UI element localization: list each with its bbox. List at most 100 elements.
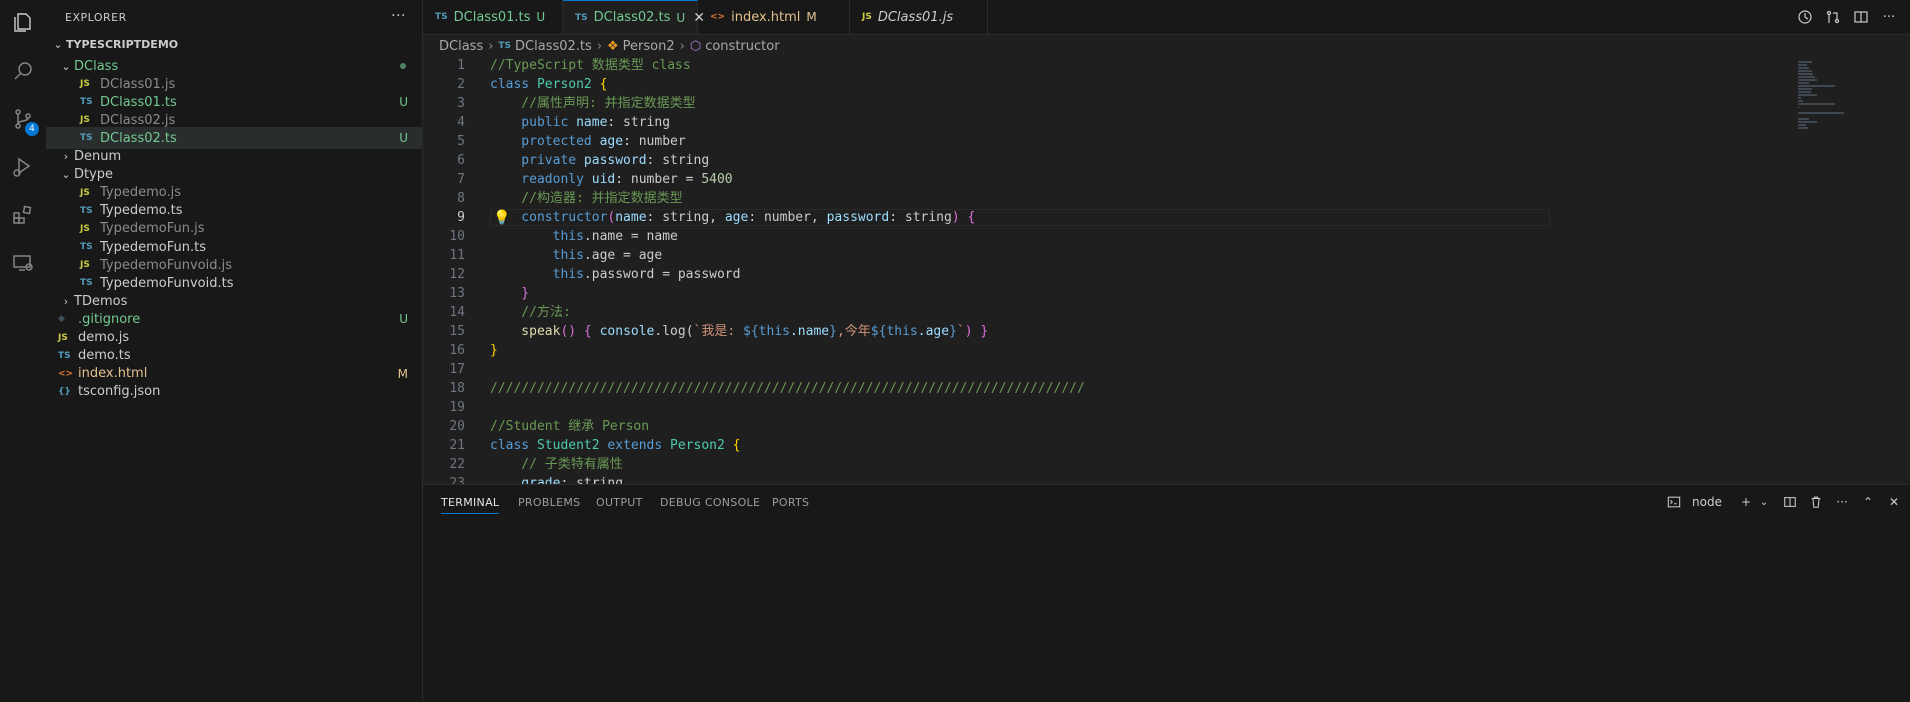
code-line: //构造器: 并指定数据类型 [490, 191, 683, 206]
tree-item-label: DClass01.ts [100, 94, 177, 110]
tree-item-label: .gitignore [78, 311, 141, 327]
minimap-line [1798, 67, 1810, 69]
chevron-right-icon: › [679, 38, 685, 54]
ts-file-icon: TS [80, 133, 93, 144]
ts-file-icon: TS [80, 205, 93, 216]
method-symbol-icon: ⬡ [689, 38, 702, 54]
minimap-line [1798, 106, 1799, 108]
search-icon[interactable] [0, 48, 46, 94]
code-line: } [490, 286, 530, 301]
code-editor[interactable]: 💡 1 2 3 4 5 6 7 8 9 10 11 12 13 14 15 16 17 18 19 20 21 22 23 … [423, 57, 1910, 484]
code-line: grade: string [490, 476, 624, 484]
code-line: //TypeScript 数据类型 class [490, 58, 691, 73]
line-number: 16 [449, 343, 465, 358]
run-debug-icon[interactable] [0, 144, 46, 190]
code-line: this.age = age [490, 248, 663, 263]
git-status-badge: U [676, 10, 686, 25]
tab-dclass02-ts[interactable]: TS DClass02.ts U ✕ [563, 0, 705, 34]
tab-dclass01-js[interactable]: JS DClass01.js [850, 0, 988, 34]
breadcrumb-class[interactable]: Person2 [623, 39, 675, 54]
new-terminal-icon[interactable]: + [1738, 494, 1754, 510]
more-actions-icon[interactable]: ··· [1880, 8, 1898, 26]
timeline-icon[interactable] [1796, 8, 1814, 26]
code-line: private password: string [490, 153, 710, 168]
git-status-badge: M [397, 366, 408, 381]
tree-item-label: demo.js [78, 330, 130, 345]
panel-tab-terminal[interactable]: TERMINAL [441, 496, 500, 514]
tab-label: index.html [731, 9, 801, 25]
panel-tab-problems[interactable]: PROBLEMS [518, 496, 580, 509]
more-actions-icon[interactable]: ··· [391, 8, 406, 24]
line-number: 13 [449, 286, 465, 301]
code-line: protected age: number [490, 134, 686, 149]
code-line: class Person2 { [490, 77, 608, 92]
ts-file-icon: TS [435, 12, 448, 22]
chevron-down-icon: ⌄ [53, 37, 63, 51]
chevron-right-icon: › [488, 38, 494, 54]
breadcrumb-file[interactable]: DClass02.ts [515, 39, 592, 54]
js-file-icon: JS [58, 332, 68, 343]
workspace-root[interactable]: ⌄ TYPESCRIPTDEMO [46, 33, 422, 55]
minimap-line [1798, 76, 1815, 78]
line-number: 2 [457, 77, 465, 92]
panel-tab-output[interactable]: OUTPUT [596, 496, 643, 509]
line-number: 10 [449, 229, 465, 244]
js-file-icon: JS [862, 12, 872, 22]
code-line: ////////////////////////////////////////… [490, 381, 1085, 396]
maximize-panel-icon[interactable]: ⌃ [1860, 494, 1876, 510]
minimap[interactable] [1792, 57, 1910, 484]
terminal-name[interactable]: node [1692, 495, 1722, 509]
activity-bar: 4 [0, 0, 47, 701]
trash-icon[interactable] [1808, 494, 1824, 510]
split-editor-icon[interactable] [1852, 8, 1870, 26]
breadcrumb-method[interactable]: constructor [705, 39, 779, 54]
chevron-down-icon: ⌄ [61, 168, 71, 182]
minimap-line [1798, 79, 1817, 81]
minimap-line [1798, 70, 1812, 72]
tree-item-label: DClass02.ts [100, 130, 177, 146]
workspace-root-label: TYPESCRIPTDEMO [66, 37, 179, 51]
breadcrumb-folder[interactable]: DClass [439, 39, 483, 54]
minimap-line [1798, 61, 1812, 63]
source-control-badge: 4 [25, 122, 39, 136]
open-changes-icon[interactable] [1824, 8, 1842, 26]
close-icon[interactable]: ✕ [1886, 494, 1902, 510]
chevron-down-icon: ⌄ [61, 59, 71, 73]
remote-explorer-icon[interactable] [0, 240, 46, 286]
more-actions-icon[interactable]: ··· [1834, 494, 1850, 510]
minimap-line [1798, 88, 1813, 90]
extensions-icon[interactable] [0, 192, 46, 238]
panel-actions: node + ⌄ ··· ⌃ ✕ [1666, 494, 1902, 510]
source-control-icon[interactable]: 4 [0, 96, 46, 142]
explorer-header: EXPLORER ··· [46, 0, 422, 35]
git-status-badge: U [536, 10, 546, 24]
split-terminal-icon[interactable] [1782, 494, 1798, 510]
panel-tab-ports[interactable]: PORTS [772, 496, 809, 509]
minimap-line [1798, 91, 1812, 93]
tab-dclass01-ts[interactable]: TS DClass01.ts U [423, 0, 563, 34]
panel-tab-debug-console[interactable]: DEBUG CONSOLE [660, 496, 760, 509]
js-file-icon: JS [80, 115, 90, 126]
ts-file-icon: TS [80, 242, 93, 252]
ts-file-icon: TS [575, 12, 588, 23]
line-number: 1 [457, 58, 465, 73]
explorer-icon[interactable] [0, 0, 46, 46]
code-line: this.name = name [490, 229, 678, 244]
code-line: speak() { console.log(`我是: ${this.name},… [490, 324, 989, 339]
tree-item[interactable]: {} tsconfig.json [46, 381, 422, 403]
code-line: public name: string [490, 115, 671, 130]
code-line: class Student2 extends Person2 { [490, 438, 741, 453]
git-status-badge: U [399, 95, 408, 110]
line-number: 15 [449, 324, 465, 339]
tree-item-label: DClass01.js [100, 76, 176, 92]
explorer-sidebar: EXPLORER ··· ⌄ TYPESCRIPTDEMO ⌄ DClass JS D… [46, 0, 423, 701]
tree-item-label: Typedemo.js [100, 185, 182, 201]
line-number: 22 [449, 457, 465, 472]
tab-index-html[interactable]: <> index.html M [698, 0, 850, 34]
git-status-badge: M [806, 10, 817, 24]
git-file-icon: ◆ [58, 314, 65, 325]
ts-file-icon: TS [58, 350, 71, 361]
minimap-line [1798, 121, 1818, 123]
line-number: 19 [449, 400, 465, 415]
chevron-down-icon[interactable]: ⌄ [1756, 494, 1772, 510]
